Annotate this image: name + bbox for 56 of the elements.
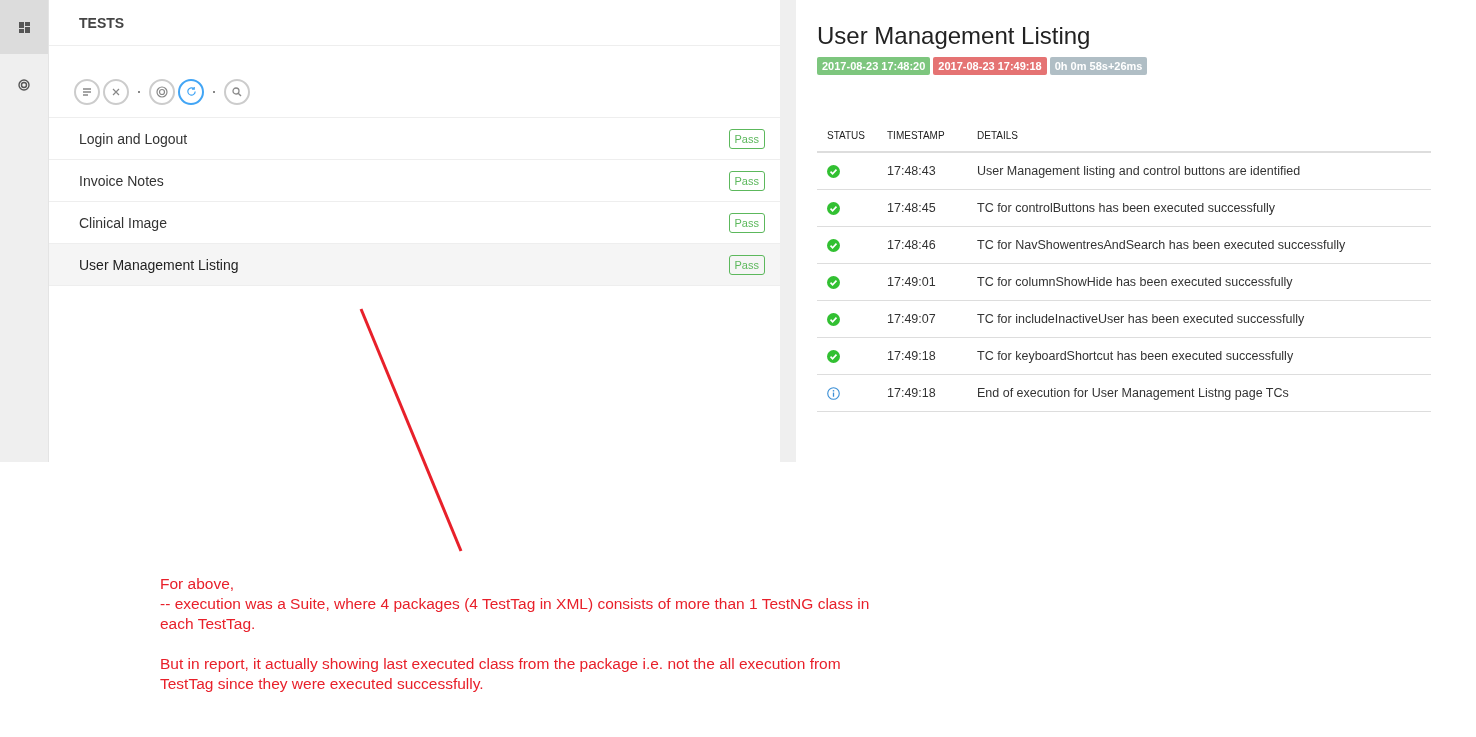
search-filter-button[interactable] [224, 78, 250, 105]
timestamp: 17:49:18 [887, 349, 936, 363]
log-details: TC for NavShowentresAndSearch has been executed successfully [977, 238, 1346, 252]
time-badge: 2017-08-23 17:49:18 [933, 57, 1047, 75]
status-badge: Pass [728, 128, 765, 149]
check-icon [827, 201, 840, 215]
test-name: Clinical Image [79, 214, 167, 231]
time-badge: 0h 0m 58s+26ms [1049, 57, 1148, 75]
log-details: TC for columnShowHide has been executed successfully [977, 275, 1293, 289]
log-details: TC for controlButtons has been executed successfully [977, 201, 1276, 215]
check-icon [827, 349, 840, 363]
info-icon [827, 386, 840, 400]
log-details: TC for keyboardShortcut has been executed successfully [977, 349, 1294, 363]
annotation-text: But in report, it actually showing last executed class from the package i.e. not the all execution from TestTag since they were executed successfully. [160, 654, 842, 694]
timestamp: 17:48:45 [887, 201, 936, 215]
dashboard-icon [18, 21, 30, 33]
test-item[interactable]: Login and Logout Pass [49, 118, 780, 160]
timestamp: 17:49:01 [887, 275, 936, 289]
annotation-text: -- execution was a Suite, where 4 packages (4 TestTag in XML) consists of more than 1 TestNG class in each TestTag. [160, 594, 871, 634]
panel-title: TESTS [79, 15, 125, 31]
column-header: STATUS [817, 120, 877, 152]
test-name: User Management Listing [79, 256, 239, 273]
timestamp: 17:48:46 [887, 238, 936, 252]
log-details: User Management listing and control buttons are identified [977, 164, 1301, 178]
radar-icon [18, 79, 30, 91]
status-badge: Pass [728, 170, 765, 191]
timestamp: 17:48:43 [887, 164, 936, 178]
timestamp: 17:49:07 [887, 312, 936, 326]
log-details: TC for includeInactiveUser has been executed successfully [977, 312, 1305, 326]
check-icon [827, 238, 840, 252]
check-icon [827, 275, 840, 289]
search-icon [232, 86, 242, 97]
check-icon [827, 164, 840, 178]
radar-filter-button[interactable] [149, 78, 175, 105]
close-icon [111, 86, 121, 97]
time-badge: 2017-08-23 17:48:20 [817, 57, 931, 75]
test-item[interactable]: User Management Listing Pass [49, 244, 780, 286]
column-header: DETAILS [967, 120, 1431, 152]
check-icon [827, 312, 840, 326]
sidebar-item[interactable] [0, 0, 48, 54]
test-title: User Management Listing [817, 22, 1092, 50]
list-icon [82, 86, 92, 97]
annotation-text: For above, [160, 574, 236, 594]
column-header: TIMESTAMP [877, 120, 967, 152]
status-badge: Pass [728, 254, 765, 275]
test-item[interactable]: Invoice Notes Pass [49, 160, 780, 202]
list-filter-button[interactable] [74, 78, 100, 105]
timestamp: 17:49:18 [887, 386, 936, 400]
status-badge: Pass [728, 212, 765, 233]
radar-icon [156, 85, 168, 98]
fail-filter-button[interactable] [103, 78, 129, 105]
refresh-filter-button[interactable] [178, 78, 204, 105]
test-name: Invoice Notes [79, 172, 164, 189]
test-name: Login and Logout [79, 130, 188, 147]
log-details: End of execution for User Management Listng page TCs [977, 386, 1289, 400]
refresh-icon [185, 86, 197, 97]
